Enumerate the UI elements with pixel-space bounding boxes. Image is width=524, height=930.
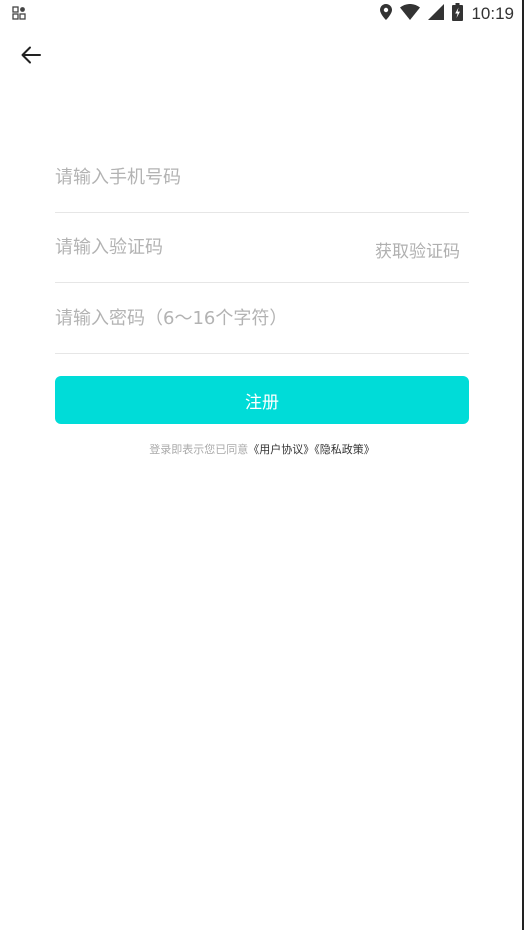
location-icon: [380, 4, 393, 24]
verification-code-input[interactable]: [55, 237, 355, 258]
register-button[interactable]: 注册: [55, 376, 469, 424]
wifi-icon: [400, 3, 421, 24]
user-agreement-link[interactable]: 《用户协议》: [248, 443, 314, 456]
phone-input[interactable]: [55, 167, 469, 188]
status-left: [12, 5, 26, 24]
status-right: 10:19: [380, 3, 514, 25]
get-code-button[interactable]: 获取验证码: [375, 237, 460, 262]
password-input[interactable]: [55, 308, 469, 329]
verification-code-field: 获取验证码: [55, 213, 469, 283]
agreement-text: 登录即表示您已同意《用户协议》《隐私政策》: [0, 441, 524, 457]
agreement-prefix: 登录即表示您已同意: [149, 443, 249, 456]
privacy-policy-link[interactable]: 《隐私政策》: [314, 443, 375, 456]
arrow-left-icon: [21, 46, 41, 68]
password-field: [55, 284, 469, 354]
status-bar: 10:19: [0, 0, 524, 28]
status-time: 10:19: [471, 4, 514, 23]
signal-icon: [428, 4, 445, 24]
phone-field: [55, 143, 469, 213]
back-button[interactable]: [14, 42, 48, 72]
battery-icon: [452, 3, 464, 25]
app-grid-icon: [12, 5, 26, 24]
